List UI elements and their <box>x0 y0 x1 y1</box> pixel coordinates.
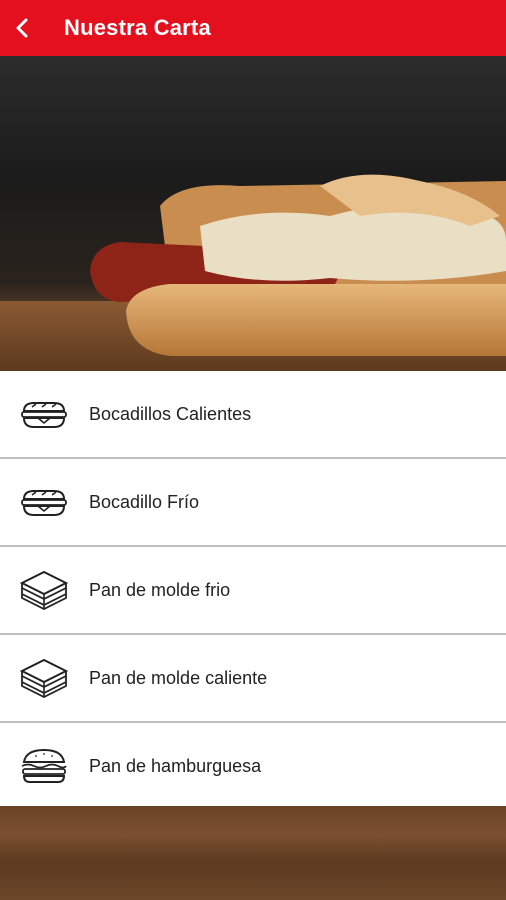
menu-item-label: Pan de molde frio <box>89 579 231 600</box>
menu-item-label: Bocadillo Frío <box>89 491 200 512</box>
burger-icon <box>18 746 70 786</box>
menu-item-label: Bocadillos Calientes <box>89 403 252 424</box>
menu-item[interactable]: Pan de molde frio <box>0 547 506 635</box>
hero-image <box>0 56 506 371</box>
back-button[interactable] <box>6 0 38 56</box>
menu-item[interactable]: Bocadillo Frío <box>0 459 506 547</box>
chevron-left-icon <box>16 18 28 38</box>
menu-item-label: Pan de hamburguesa <box>89 755 262 776</box>
sandwich-icon <box>18 658 70 698</box>
app-bar: Nuestra Carta <box>0 0 506 56</box>
sandwich-photo <box>0 174 506 371</box>
sandwich-icon <box>18 570 70 610</box>
menu-list: Bocadillos Calientes Bocadillo Frío Pan … <box>0 371 506 811</box>
menu-item-label: Pan de molde caliente <box>89 667 268 688</box>
menu-item[interactable]: Pan de molde caliente <box>0 635 506 723</box>
baguette-icon <box>18 482 70 522</box>
menu-item[interactable]: Bocadillos Calientes <box>0 371 506 459</box>
menu-item[interactable]: Pan de hamburguesa <box>0 723 506 811</box>
background-wood <box>0 806 506 900</box>
baguette-icon <box>18 394 70 434</box>
page-title: Nuestra Carta <box>64 15 211 40</box>
